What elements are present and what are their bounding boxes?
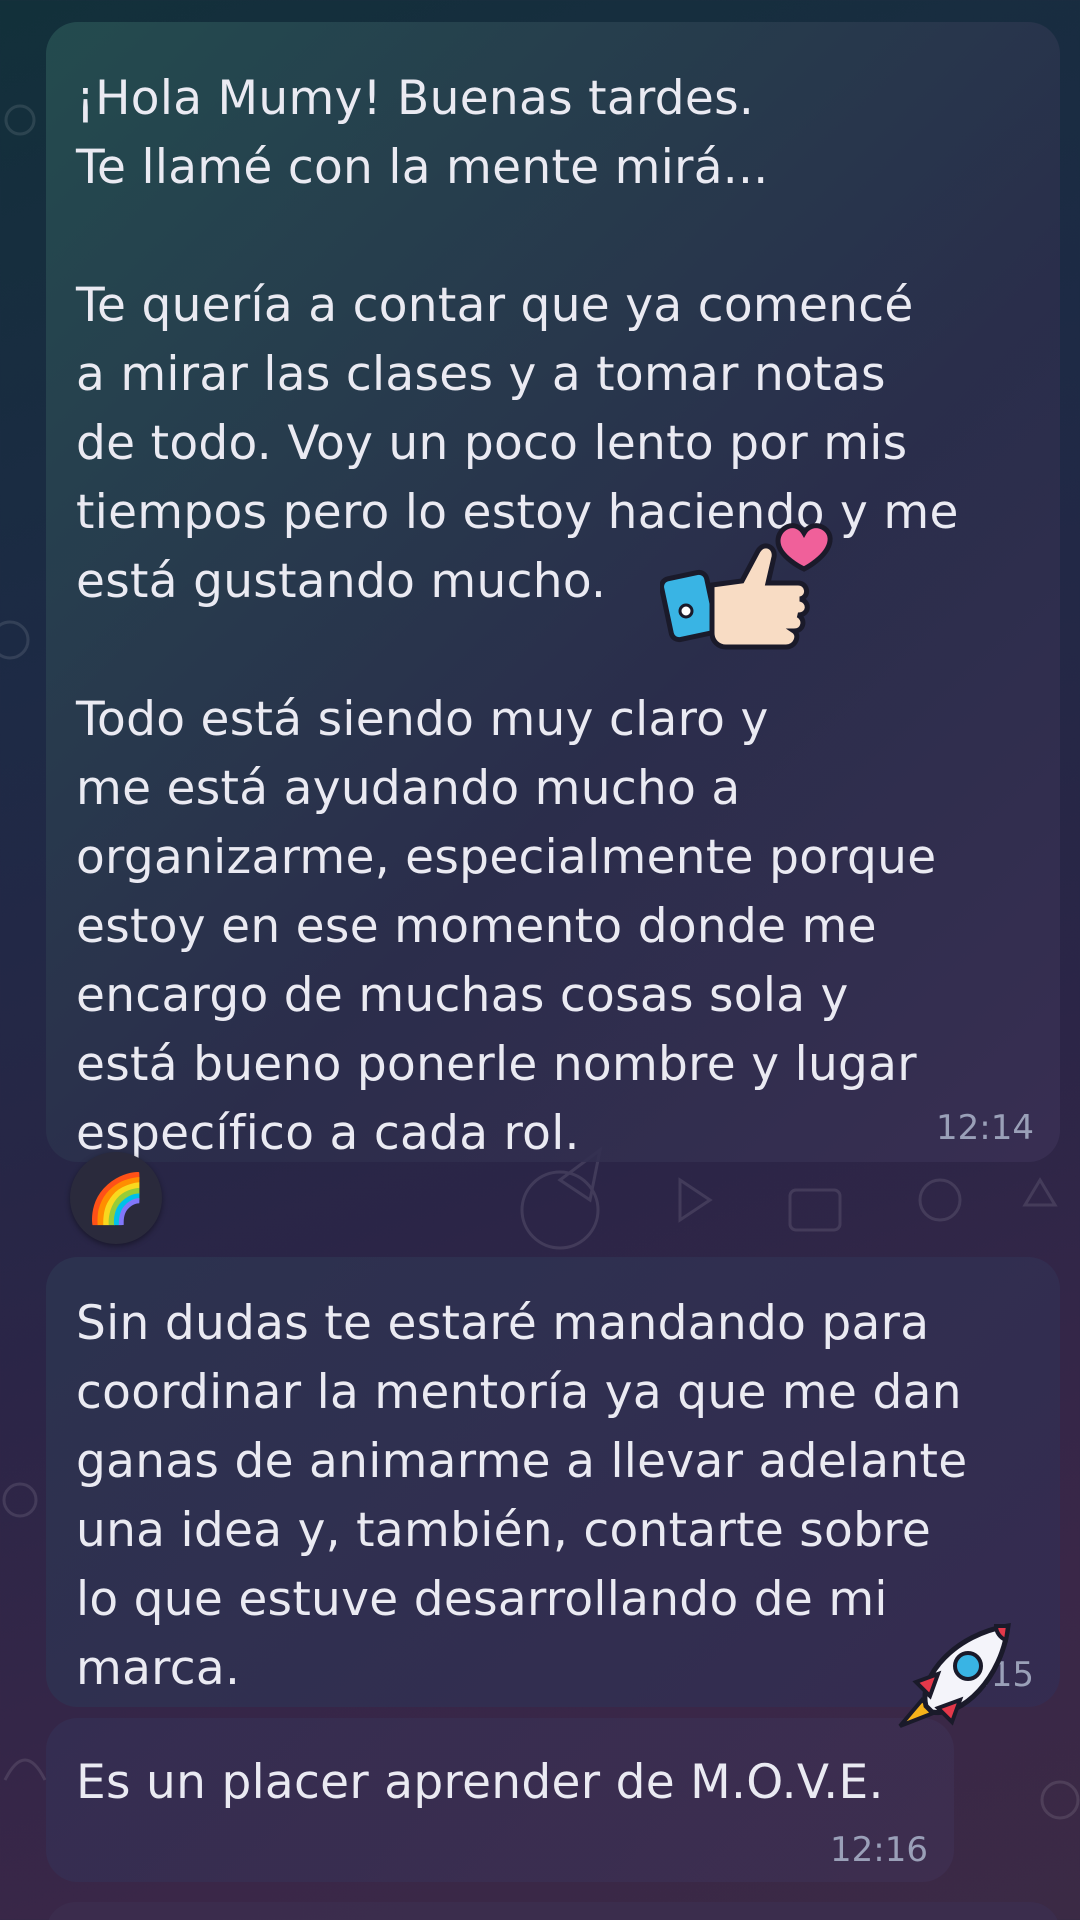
- message-reaction[interactable]: 🌈: [70, 1152, 162, 1244]
- message-timestamp: 12:14: [936, 1108, 1034, 1148]
- rocket-icon: [898, 1623, 1011, 1728]
- message-bubble[interactable]: Es un placer aprender de M.O.V.E. 12:16: [46, 1718, 954, 1882]
- message-text: Es un placer aprender de M.O.V.E.: [76, 1755, 884, 1810]
- message-bubble[interactable]: ¡Hola Mumy! Buenas tardes. Te llamé con …: [46, 22, 1060, 1162]
- message-bubble-partial[interactable]: [46, 1902, 1060, 1920]
- message-timestamp: 12:16: [830, 1830, 928, 1870]
- message-text: ¡Hola Mumy! Buenas tardes. Te llamé con …: [76, 71, 959, 1161]
- rainbow-icon: 🌈: [86, 1170, 146, 1227]
- thumbs-up-heart-icon: [660, 523, 833, 650]
